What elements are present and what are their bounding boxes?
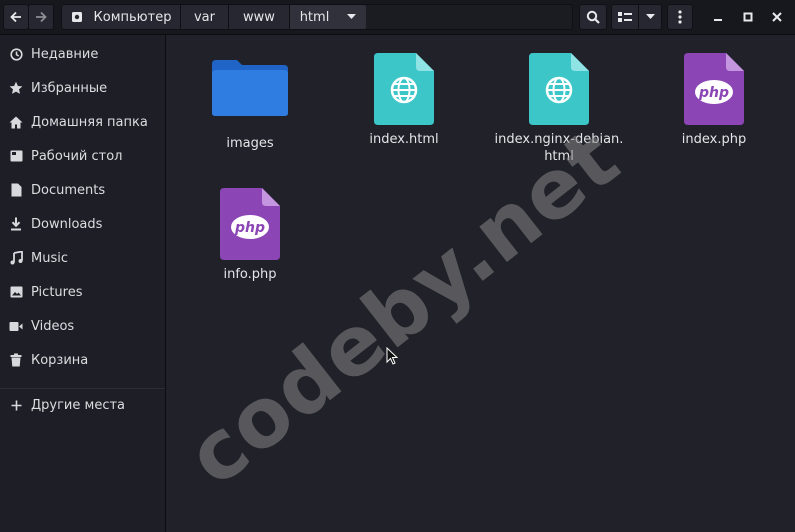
- sidebar-divider: [0, 388, 165, 389]
- sidebar-item-label: Избранные: [31, 80, 108, 96]
- drive-icon: [71, 12, 82, 22]
- php-file-icon: php: [220, 188, 280, 260]
- sidebar-item-label: Downloads: [31, 216, 103, 232]
- sidebar-item-downloads[interactable]: Downloads: [0, 209, 165, 239]
- sidebar-item-label: Рабочий стол: [31, 148, 123, 164]
- php-badge-text: php: [234, 220, 265, 236]
- sidebar-item-other-locations[interactable]: Другие места: [0, 390, 165, 420]
- file-name: index.php: [681, 132, 747, 147]
- sidebar-item-home[interactable]: Домашняя папка: [0, 107, 165, 137]
- file-item-index-nginx-debian-html[interactable]: index.nginx-debian. html: [494, 53, 624, 165]
- chevron-down-icon: [645, 14, 655, 19]
- plus-icon: [8, 397, 24, 413]
- path-bar: Компьютер var www html: [61, 4, 367, 30]
- sidebar-item-desktop[interactable]: Рабочий стол: [0, 141, 165, 171]
- path-crumb-www[interactable]: www: [228, 4, 290, 30]
- arrow-right-icon: [36, 11, 47, 23]
- file-view: images index.html index.nginx-debian. ht…: [167, 35, 795, 532]
- maximize-icon: [743, 12, 753, 22]
- sidebar-item-label: Домашняя папка: [31, 114, 148, 130]
- sidebar-item-pictures[interactable]: Pictures: [0, 277, 165, 307]
- clock-icon: [8, 46, 24, 62]
- minimize-button[interactable]: [707, 4, 729, 30]
- path-crumb-computer[interactable]: Компьютер: [61, 4, 181, 30]
- download-icon: [8, 216, 24, 232]
- back-button[interactable]: [3, 4, 29, 30]
- path-bar-fill: [366, 4, 573, 30]
- video-icon: [8, 318, 24, 334]
- list-view-icon: [618, 12, 632, 22]
- minimize-icon: [714, 19, 722, 21]
- sidebar-item-label: Pictures: [31, 284, 83, 300]
- sidebar-item-trash[interactable]: Корзина: [0, 345, 165, 375]
- sidebar-item-label: Videos: [31, 318, 75, 334]
- file-item-index-php[interactable]: php index.php: [649, 53, 779, 148]
- sidebar-item-music[interactable]: Music: [0, 243, 165, 273]
- file-name: index.nginx-debian. html: [494, 132, 624, 164]
- sidebar-item-label: Недавние: [31, 46, 99, 62]
- path-crumb-var[interactable]: var: [180, 4, 229, 30]
- sidebar-item-recent[interactable]: Недавние: [0, 39, 165, 69]
- path-crumb-label: var: [193, 9, 215, 25]
- sidebar: Недавние Избранные Домашняя папка Рабочи…: [0, 35, 166, 532]
- file-item-images[interactable]: images: [185, 58, 315, 152]
- file-name: index.html: [369, 132, 439, 147]
- music-icon: [8, 250, 24, 266]
- maximize-button[interactable]: [737, 4, 759, 30]
- php-badge-text: php: [698, 85, 729, 101]
- trash-icon: [8, 352, 24, 368]
- mouse-cursor-icon: [386, 347, 398, 365]
- path-crumb-html[interactable]: html: [289, 4, 367, 30]
- sidebar-item-label: Documents: [31, 182, 106, 198]
- kebab-menu-icon: [678, 10, 682, 24]
- folder-icon: [212, 60, 288, 116]
- document-icon: [8, 182, 24, 198]
- sidebar-item-label: Music: [31, 250, 68, 266]
- home-icon: [8, 114, 24, 130]
- main-menu-button[interactable]: [667, 4, 693, 30]
- sidebar-item-documents[interactable]: Documents: [0, 175, 165, 205]
- file-name: info.php: [223, 267, 277, 282]
- desktop-icon: [8, 148, 24, 164]
- search-icon: [586, 10, 600, 24]
- html-file-icon: [529, 53, 589, 125]
- file-item-info-php[interactable]: php info.php: [185, 188, 315, 283]
- sidebar-item-starred[interactable]: Избранные: [0, 73, 165, 103]
- path-crumb-label: html: [299, 9, 330, 25]
- php-file-icon: php: [684, 53, 744, 125]
- sidebar-item-videos[interactable]: Videos: [0, 311, 165, 341]
- pictures-icon: [8, 284, 24, 300]
- sidebar-item-label: Корзина: [31, 352, 89, 368]
- chevron-down-icon: [347, 14, 357, 19]
- file-item-index-html[interactable]: index.html: [339, 53, 469, 148]
- arrow-left-icon: [10, 11, 21, 23]
- html-file-icon: [374, 53, 434, 125]
- file-name: images: [226, 136, 274, 151]
- path-crumb-label: www: [243, 9, 275, 25]
- sidebar-item-label: Другие места: [31, 397, 126, 413]
- star-icon: [8, 80, 24, 96]
- view-mode-button[interactable]: [611, 4, 639, 30]
- close-button[interactable]: [766, 4, 788, 30]
- header-bar: Компьютер var www html: [0, 0, 795, 35]
- search-button[interactable]: [579, 4, 607, 30]
- forward-button[interactable]: [28, 4, 54, 30]
- close-icon: [772, 12, 782, 22]
- path-crumb-label: Компьютер: [93, 9, 172, 25]
- view-options-button[interactable]: [638, 4, 662, 30]
